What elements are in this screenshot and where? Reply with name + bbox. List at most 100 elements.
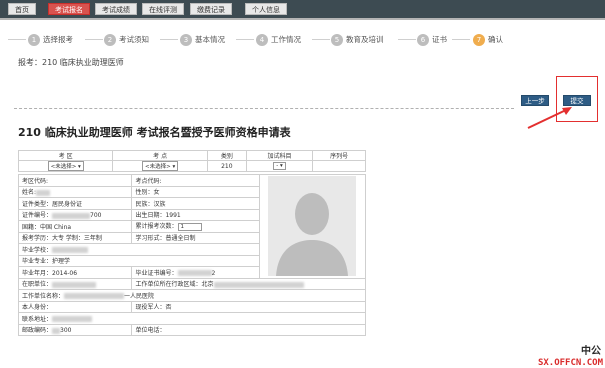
exam-selection-table: 考 区 考 点 类别 加试科目 序列号 <未选择> ▾ <未选择> ▾ 210 … (17, 150, 366, 172)
step-connector (160, 39, 178, 40)
postcode-row: 邮政编码： 300 (17, 323, 133, 336)
tab-home[interactable]: 首页 (8, 3, 36, 15)
unit-region-label: 工作单位所在行政区域：北京 (135, 281, 214, 289)
step-connector (85, 39, 103, 40)
id-number-tail: 700 (90, 212, 102, 220)
applicant-photo (268, 176, 357, 277)
step-number: 5 (331, 34, 343, 46)
step-number: 1 (28, 34, 40, 46)
step-number: 2 (104, 34, 116, 46)
red-arrow-icon (527, 107, 572, 129)
address-label: 联系地址： (22, 315, 53, 323)
redacted-value (52, 247, 89, 254)
education-degree: 报考学历：大专 学制：三年制 (17, 231, 133, 244)
exam-count-input[interactable]: 1 (177, 223, 202, 232)
ethnicity: 民族：汉族 (131, 197, 260, 210)
exam-site-cell: <未选择> ▾ (112, 160, 208, 172)
major: 毕业专业：护理学 (18, 254, 260, 267)
redacted-value (52, 212, 91, 219)
redacted-value (177, 270, 212, 277)
cert-number-tail: 2 (211, 269, 216, 277)
step-exam-notice: 2 考试须知 (104, 33, 149, 47)
nationality: 国籍：中国 China (17, 220, 133, 233)
extra-subject-value: - (276, 163, 279, 169)
exam-count-row: 累计报考次数： 1 (131, 220, 260, 233)
tab-exam-results[interactable]: 考试成绩 (95, 3, 137, 15)
step-basic-info: 3 基本情况 (180, 33, 225, 47)
step-number: 6 (417, 34, 429, 46)
unit-region-row: 工作单位所在行政区域：北京 (131, 277, 366, 290)
active-duty: 现役军人：否 (131, 300, 366, 313)
page-title: 210 临床执业助理医师 考试报名暨授予医师资格申请表 (18, 126, 291, 139)
extra-subject-cell: - ▾ (245, 160, 314, 172)
exam-area-select[interactable]: <未选择> ▾ (47, 161, 84, 171)
exam-area-code: 考区代码: (17, 174, 133, 187)
unit-name-label: 工作单位名称： (22, 292, 65, 300)
step-label: 选择报考 (43, 35, 73, 44)
step-connector (236, 39, 254, 40)
address-row: 联系地址： (18, 312, 366, 325)
redacted-value (36, 189, 51, 196)
column-header: 序列号 (312, 150, 366, 161)
id-number-label: 证件编号： (22, 212, 53, 220)
site-watermark: SX.OFFCN.COM (537, 358, 603, 368)
step-connector (8, 39, 26, 40)
step-education-training: 5 教育及培训 (331, 33, 384, 47)
step-certificate: 6 证书 (417, 33, 447, 47)
step-confirm: 7 确认 (473, 33, 503, 47)
exam-site-value: <未选择> (145, 164, 171, 170)
step-label: 证书 (432, 35, 447, 44)
tab-online-assessment[interactable]: 在线评测 (142, 3, 184, 15)
exam-site-select[interactable]: <未选择> ▾ (142, 161, 179, 171)
gender: 性别：女 (131, 185, 260, 198)
tab-exam-registration[interactable]: 考试报名 (48, 3, 90, 15)
photo-cell (258, 174, 367, 279)
cert-number-row: 毕业证书编号： 2 (131, 266, 260, 279)
column-header: 考 点 (112, 150, 208, 161)
nav-divider (0, 18, 605, 20)
graduation-date: 毕业年月：2014-06 (17, 266, 133, 279)
redacted-value (52, 327, 61, 334)
step-label: 基本情况 (195, 35, 225, 44)
name-label: 姓名: (22, 189, 37, 197)
unit-name-tail: 一人民医院 (124, 292, 155, 300)
step-label: 考试须知 (119, 35, 149, 44)
step-number: 4 (256, 34, 268, 46)
exam-site-code: 考点代码: (131, 174, 260, 187)
applicant-info-table: 考区代码: 考点代码: 姓名: 性别：女 证件类型：居民身份证 民族：汉族 证件… (17, 174, 367, 336)
redacted-value (213, 281, 304, 288)
column-header: 考 区 (17, 150, 114, 161)
unit-phone: 单位电话： (131, 323, 366, 336)
study-form: 学习形式：普通全日制 (131, 231, 260, 244)
id-type: 证件类型：居民身份证 (17, 197, 133, 210)
person-silhouette-icon (276, 193, 349, 277)
top-nav-bar: 首页 考试报名 考试成绩 在线评测 缴费记录 个人信息 (0, 0, 605, 18)
section-divider (14, 108, 514, 109)
exam-count-label: 累计报考次数： (135, 223, 178, 231)
step-number: 7 (473, 34, 485, 46)
column-header: 类别 (206, 150, 247, 161)
site-logo: 中公 (581, 346, 601, 357)
step-connector (398, 39, 416, 40)
column-header: 加试科目 (245, 150, 314, 161)
redacted-value (64, 293, 125, 300)
step-connector (452, 39, 470, 40)
work-unit-label: 在职单位： (22, 281, 53, 289)
step-select-exam: 1 选择报考 (28, 33, 73, 47)
tab-personal-info[interactable]: 个人信息 (245, 3, 287, 15)
extra-subject-select[interactable]: - ▾ (273, 162, 286, 170)
cert-number-label: 毕业证书编号： (135, 269, 178, 277)
postcode-tail: 300 (60, 327, 72, 335)
unit-name-row: 工作单位名称： 一人民医院 (18, 289, 366, 302)
category-cell: 210 (206, 160, 247, 172)
step-progress: 1 选择报考 2 考试须知 3 基本情况 4 工作情况 5 教育及培训 6 证书 7 确认 (8, 33, 528, 47)
step-work-info: 4 工作情况 (256, 33, 301, 47)
tab-payment-records[interactable]: 缴费记录 (190, 3, 232, 15)
step-label: 确认 (488, 35, 503, 44)
redacted-value (52, 281, 97, 288)
exam-area-cell: <未选择> ▾ (17, 160, 114, 172)
registration-subtitle: 报考：210 临床执业助理医师 (18, 58, 124, 67)
birth-date: 出生日期：1991 (131, 208, 260, 221)
school-row: 毕业学校： (18, 243, 260, 256)
serial-number-cell (312, 160, 366, 172)
